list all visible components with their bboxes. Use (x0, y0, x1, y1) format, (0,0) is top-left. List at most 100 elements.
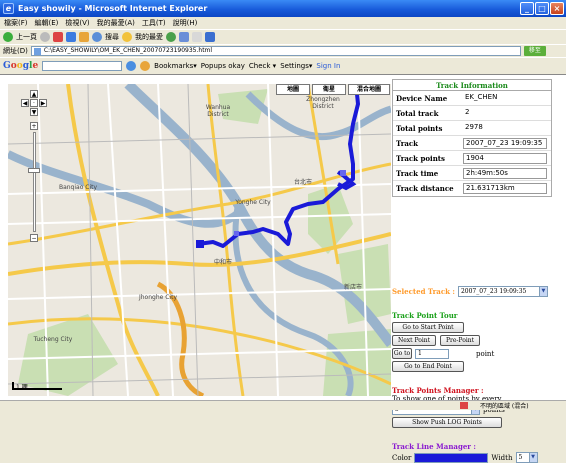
zone-icon (460, 402, 468, 409)
map-label: Yonghe City (235, 199, 271, 206)
map-label: Jhonghe City (138, 294, 177, 301)
page-icon (33, 48, 41, 55)
track-line-manager: Track Line Manager : Color Width 5 ▼ (392, 442, 538, 463)
window-title: Easy showily - Microsoft Internet Explor… (18, 4, 208, 13)
map-type-map[interactable]: 地圖 (276, 84, 310, 95)
minimize-button[interactable]: _ (520, 2, 534, 15)
next-point-button[interactable]: Next Point (392, 335, 436, 346)
table-row: Total track 2 (393, 106, 551, 121)
menu-tools[interactable]: 工具(T) (142, 18, 166, 28)
status-bar: 不明的區域 (混合) (0, 400, 566, 410)
pan-down-button[interactable]: ▼ (30, 108, 38, 116)
history-icon[interactable] (166, 32, 176, 42)
toolbar: 上一頁 搜尋 我的最愛 (0, 29, 566, 44)
map-label: Wanhua District (205, 104, 231, 118)
favorites-label[interactable]: 我的最愛 (135, 32, 163, 42)
menu-edit[interactable]: 編輯(E) (35, 18, 59, 28)
map-label: Banqiao City (58, 184, 98, 191)
mail-icon[interactable] (179, 32, 189, 42)
menu-view[interactable]: 檢視(V) (65, 18, 89, 28)
google-logo: Google (3, 61, 39, 71)
stop-icon[interactable] (53, 32, 63, 42)
address-bar: 網址(D) C:\EASY_SHOWILY\OM_EK_CHEN_2007072… (0, 44, 566, 57)
signin-link[interactable]: Sign In (316, 62, 340, 70)
selected-track-label: Selected Track : (392, 287, 455, 296)
track-points-field[interactable]: 1904 (463, 152, 547, 164)
forward-icon[interactable] (40, 32, 50, 42)
page-content: 地圖 衛星 混合地圖 ▲ ◀ · ▶ ▼ + − Wanhua District… (0, 74, 566, 463)
selected-track-select[interactable]: 2007_07_23 19:09:35 ▼ (457, 286, 548, 297)
go-to-start-button[interactable]: Go to Start Point (392, 322, 464, 333)
zoom-in-button[interactable]: + (30, 122, 38, 130)
map-view[interactable]: 地圖 衛星 混合地圖 ▲ ◀ · ▶ ▼ + − Wanhua District… (8, 84, 391, 396)
color-label: Color (392, 453, 412, 462)
home-icon[interactable] (79, 32, 89, 42)
manager-title: Track Points Manager : (392, 386, 484, 395)
chevron-down-icon: ▼ (538, 287, 547, 296)
table-row: Track time 2h:49m:50s (393, 166, 551, 181)
menu-bar: 檔案(F) 編輯(E) 檢視(V) 我的最愛(A) 工具(T) 說明(H) (0, 17, 566, 29)
table-row: Track 2007_07_23 19:09:35 (393, 136, 551, 151)
back-label[interactable]: 上一頁 (16, 32, 37, 42)
pan-left-button[interactable]: ◀ (21, 99, 29, 107)
track-point-tour: Track Point Tour Go to Start Point Next … (392, 311, 494, 372)
pagerank-icon (140, 61, 151, 71)
address-input[interactable]: C:\EASY_SHOWILY\OM_EK_CHEN_2007072319093… (30, 46, 521, 56)
pre-point-button[interactable]: Pre-Point (440, 335, 480, 346)
refresh-icon[interactable] (66, 32, 76, 42)
track-info-title: Track Information (393, 80, 551, 91)
search-icon[interactable] (92, 32, 102, 42)
table-row: Track points 1904 (393, 151, 551, 166)
track-distance-field[interactable]: 21.631713km (463, 183, 547, 194)
map-type-hybrid[interactable]: 混合地圖 (348, 84, 390, 95)
map-label: 台北市 (293, 179, 312, 186)
popups-button[interactable]: Popups okay (201, 62, 245, 70)
map-scale: 1 哩 (12, 382, 62, 391)
bookmarks-button[interactable]: Bookmarks▾ (154, 62, 197, 70)
line-title: Track Line Manager : (392, 442, 476, 451)
maximize-button[interactable]: □ (535, 2, 549, 15)
show-push-log-button[interactable]: Show Push LOG Points (392, 417, 502, 428)
map-type-satellite[interactable]: 衛星 (312, 84, 346, 95)
map-canvas (8, 84, 391, 396)
chevron-down-icon: ▼ (528, 453, 537, 462)
track-time-field[interactable]: 2h:49m:50s (463, 167, 547, 179)
close-button[interactable]: × (550, 2, 564, 15)
goto-point-input[interactable]: 1 (415, 348, 449, 359)
search-label[interactable]: 搜尋 (105, 32, 119, 42)
side-panel: Track Information Device Name EK_CHEN To… (392, 79, 558, 463)
print-icon[interactable] (192, 32, 202, 42)
width-label: Width (491, 453, 513, 462)
favorites-icon[interactable] (122, 32, 132, 42)
menu-help[interactable]: 說明(H) (173, 18, 198, 28)
track-field[interactable]: 2007_07_23 19:09:35 (463, 137, 547, 149)
pan-up-button[interactable]: ▲ (30, 90, 38, 98)
google-search-input[interactable] (42, 61, 123, 71)
messenger-icon[interactable] (205, 32, 215, 42)
width-select[interactable]: 5 ▼ (515, 452, 538, 463)
go-to-button[interactable]: Go to (392, 348, 412, 359)
address-label: 網址(D) (3, 47, 28, 55)
point-label: point (476, 349, 495, 358)
table-row: Total points 2978 (393, 121, 551, 136)
selected-track-row: Selected Track : 2007_07_23 19:09:35 ▼ (392, 286, 548, 297)
go-to-end-button[interactable]: Go to End Point (392, 361, 464, 372)
pan-center-button[interactable]: · (30, 99, 38, 107)
back-icon[interactable] (3, 32, 13, 42)
map-label: 新店市 (343, 284, 362, 291)
track-info-table: Track Information Device Name EK_CHEN To… (392, 79, 552, 197)
google-go-icon[interactable] (126, 61, 137, 71)
google-toolbar: Google Bookmarks▾ Popups okay Check ▾ Se… (0, 57, 566, 74)
go-button[interactable]: 移至 (523, 46, 546, 56)
map-label: 中和市 (213, 259, 232, 266)
menu-file[interactable]: 檔案(F) (4, 18, 28, 28)
check-button[interactable]: Check ▾ (249, 62, 276, 70)
menu-favorites[interactable]: 我的最愛(A) (97, 18, 135, 28)
zoom-out-button[interactable]: − (30, 234, 38, 242)
zoom-slider-track[interactable] (33, 132, 36, 232)
zoom-slider-thumb[interactable] (28, 168, 40, 173)
window-titlebar: e Easy showily - Microsoft Internet Expl… (0, 0, 566, 17)
settings-button[interactable]: Settings▾ (280, 62, 312, 70)
color-select[interactable] (414, 452, 489, 463)
pan-right-button[interactable]: ▶ (39, 99, 47, 107)
